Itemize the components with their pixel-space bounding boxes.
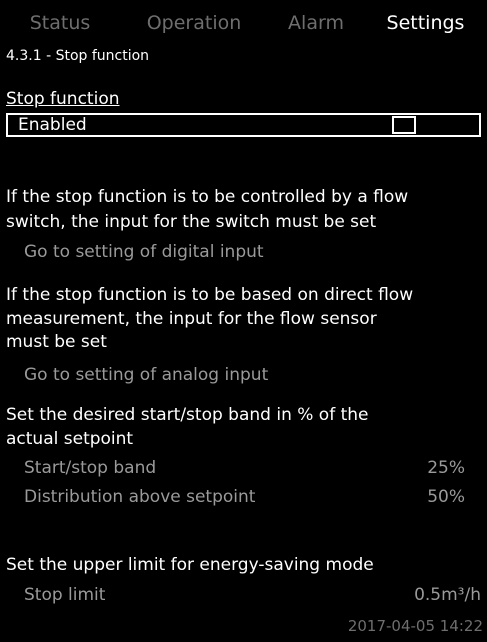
stop-function-enabled-row[interactable]: Enabled: [6, 113, 481, 137]
enabled-label: Enabled: [18, 115, 87, 135]
flow-switch-text-line1: If the stop function is to be controlled…: [6, 187, 409, 207]
tab-status[interactable]: Status: [0, 0, 120, 46]
stop-function-heading: Stop function: [6, 89, 120, 109]
distribution-label[interactable]: Distribution above setpoint: [24, 485, 255, 509]
start-stop-band-label[interactable]: Start/stop band: [24, 456, 156, 480]
tab-operation[interactable]: Operation: [120, 0, 268, 46]
flow-switch-text-line2: switch, the input for the switch must be…: [6, 212, 377, 232]
tab-alarm[interactable]: Alarm: [268, 0, 364, 46]
start-stop-band-value[interactable]: 25%: [427, 456, 465, 480]
flow-measurement-text-line3: must be set: [6, 332, 107, 352]
stop-limit-value[interactable]: 0.5m³/h: [414, 583, 481, 607]
tab-bar: Status Operation Alarm Settings: [0, 0, 487, 46]
stop-limit-label[interactable]: Stop limit: [24, 583, 105, 607]
enabled-checkbox[interactable]: [392, 116, 416, 134]
distribution-value[interactable]: 50%: [427, 485, 465, 509]
timestamp: 2017-04-05 14:22: [347, 617, 483, 635]
analog-input-link[interactable]: Go to setting of analog input: [24, 363, 268, 387]
tab-settings[interactable]: Settings: [364, 0, 487, 46]
flow-measurement-text-line2: measurement, the input for the flow sens…: [6, 309, 377, 329]
flow-measurement-text-line1: If the stop function is to be based on d…: [6, 285, 414, 305]
digital-input-link[interactable]: Go to setting of digital input: [24, 240, 264, 264]
breadcrumb: 4.3.1 - Stop function: [6, 48, 150, 64]
band-text-line2: actual setpoint: [6, 429, 134, 449]
band-text-line1: Set the desired start/stop band in % of …: [6, 405, 369, 425]
energy-text: Set the upper limit for energy-saving mo…: [6, 555, 374, 575]
